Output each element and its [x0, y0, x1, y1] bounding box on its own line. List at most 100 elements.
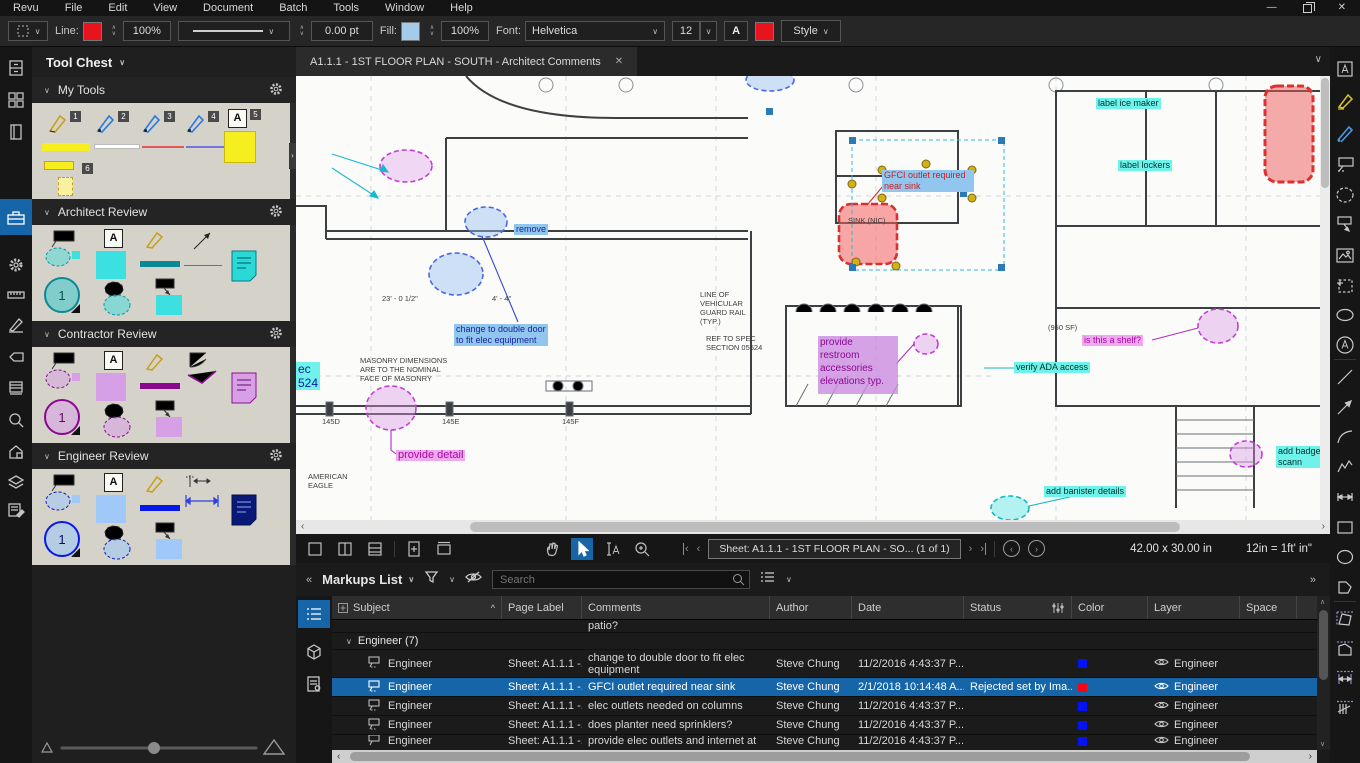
filter-chevron-icon[interactable]: ∨	[449, 575, 455, 584]
line-tool-icon[interactable]	[1330, 363, 1360, 391]
cloud-tool-icon[interactable]	[98, 399, 138, 439]
gear-icon[interactable]	[268, 325, 284, 344]
pen-tool-icon[interactable]	[1330, 119, 1360, 147]
line-opacity-stepper[interactable]: ∧∨	[109, 25, 119, 37]
line-color-swatch[interactable]	[83, 22, 102, 41]
forms-tab-icon[interactable]	[298, 670, 330, 698]
group-row-engineer[interactable]: ∨ Engineer (7)	[332, 633, 1317, 650]
scroll-right-icon[interactable]: ›	[1309, 750, 1312, 763]
table-row[interactable]: Engineer Sheet: A1.1.1 -... change to do…	[332, 650, 1317, 678]
font-dropdown[interactable]: Helvetica ∨	[525, 21, 665, 41]
expand-all-icon[interactable]	[338, 603, 348, 613]
status-filter-icon[interactable]	[1051, 602, 1065, 614]
column-layer[interactable]: Layer	[1148, 596, 1240, 619]
fill-opacity-stepper[interactable]: ∧∨	[427, 25, 437, 37]
pen-tool-icon[interactable]	[184, 111, 208, 135]
cloud-callout-tool-icon[interactable]	[42, 351, 84, 393]
spaces-icon[interactable]	[0, 437, 32, 467]
table-row-partial[interactable]: patio?	[332, 620, 1317, 633]
tool-chest-icon[interactable]	[0, 199, 32, 235]
section-architect-review[interactable]: ∨ Architect Review	[32, 199, 296, 225]
text-box-tool-icon[interactable]	[1330, 55, 1360, 83]
markup-change-door[interactable]: change to double door to fit elec equipm…	[454, 324, 548, 346]
fit-width-icon[interactable]	[433, 538, 455, 560]
menu-file[interactable]: File	[52, 0, 96, 16]
drawing-canvas[interactable]: label ice maker label lockers remove GFC…	[296, 76, 1330, 520]
markup-label-lockers[interactable]: label lockers	[1118, 160, 1172, 171]
line-opacity-value[interactable]: 100%	[123, 21, 171, 41]
markup-remove[interactable]: remove	[514, 224, 548, 235]
markups-horizontal-scrollbar[interactable]: ‹ ›	[332, 750, 1317, 763]
column-space[interactable]: Space	[1240, 596, 1297, 619]
pen-tool-icon[interactable]	[94, 111, 118, 135]
tab-list-chevron-icon[interactable]: ∨	[1315, 54, 1322, 65]
teal-highlight-tool[interactable]	[140, 261, 180, 267]
markup-add-banister[interactable]: add banister details	[1044, 486, 1126, 497]
markup-gfci-selected[interactable]: GFCI outlet required near sink	[882, 170, 974, 192]
markup-label-ice-maker[interactable]: label ice maker	[1096, 98, 1161, 109]
document-tab[interactable]: A1.1.1 - 1ST FLOOR PLAN - SOUTH - Archit…	[296, 47, 637, 76]
cloud-tool-icon[interactable]	[98, 521, 138, 561]
red-cloud-markup[interactable]	[1265, 86, 1313, 182]
list-options-chevron-icon[interactable]: ∨	[786, 575, 792, 584]
markups-vertical-scrollbar[interactable]: ∧ ∨	[1317, 596, 1330, 750]
previous-page-icon[interactable]: ‹	[697, 543, 701, 555]
close-icon[interactable]: ✕	[1338, 0, 1346, 16]
column-author[interactable]: Author	[770, 596, 852, 619]
callout-box-tool-icon[interactable]	[150, 399, 190, 439]
markup-verify-ada[interactable]: verify ADA access	[1014, 362, 1090, 373]
highlighter-tool-icon[interactable]	[144, 351, 168, 373]
highlighter-tool-icon[interactable]	[1330, 87, 1360, 115]
scroll-left-icon[interactable]: ‹	[337, 750, 340, 763]
column-page-label[interactable]: Page Label	[502, 596, 582, 619]
scroll-up-icon[interactable]: ∧	[1320, 598, 1325, 606]
menu-edit[interactable]: Edit	[95, 0, 140, 16]
column-date[interactable]: Date	[852, 596, 964, 619]
purple-cloud-markup[interactable]	[1198, 309, 1238, 343]
measure-length-tool-icon[interactable]	[1330, 665, 1360, 693]
side-by-side-view-icon[interactable]	[334, 538, 356, 560]
text-region-tool[interactable]	[96, 495, 126, 523]
column-comments[interactable]: Comments	[582, 596, 770, 619]
purple-cloud-markup[interactable]	[914, 334, 938, 354]
count-tool[interactable]: 1	[44, 277, 80, 313]
note-tool-icon[interactable]	[230, 493, 260, 527]
table-row[interactable]: Engineer Sheet: A1.1.1 -... does planter…	[332, 716, 1317, 735]
cloud-callout-tool-icon[interactable]	[42, 229, 84, 271]
markups-list-title[interactable]: Markups List ∨	[322, 572, 414, 587]
expand-panel-icon[interactable]: »	[1310, 574, 1320, 586]
column-status[interactable]: Status	[964, 596, 1072, 619]
red-line-tool[interactable]	[142, 146, 184, 148]
polygon-tool-icon[interactable]	[1330, 573, 1360, 601]
stacked-view-icon[interactable]	[364, 538, 386, 560]
section-engineer-review[interactable]: ∨ Engineer Review	[32, 443, 296, 469]
scroll-right-icon[interactable]: ›	[1322, 520, 1325, 534]
table-row-selected[interactable]: Engineer Sheet: A1.1.1 -... GFCI outlet …	[332, 678, 1317, 697]
select-text-icon[interactable]	[601, 538, 623, 560]
eye-icon[interactable]	[1154, 700, 1169, 713]
white-line-tool[interactable]	[94, 144, 140, 149]
cloud-tool-icon[interactable]	[1330, 181, 1360, 209]
minimize-icon[interactable]: —	[1267, 0, 1277, 16]
single-page-view-icon[interactable]	[304, 538, 326, 560]
table-row[interactable]: Engineer Sheet: A1.1.1 -... provide elec…	[332, 735, 1317, 747]
purple-cloud-markup[interactable]	[380, 150, 432, 182]
search-icon[interactable]	[0, 405, 32, 435]
next-view-icon[interactable]: ›	[1028, 540, 1045, 557]
menu-revu[interactable]: Revu	[0, 0, 52, 16]
font-color-swatch[interactable]	[755, 22, 774, 41]
sets-icon[interactable]	[0, 373, 32, 403]
angle-measure-tool-icon[interactable]	[186, 349, 220, 389]
tool-mode-dropdown[interactable]: ∨	[8, 21, 48, 41]
select-cursor-icon[interactable]	[571, 538, 593, 560]
arrow-tool-icon[interactable]	[190, 227, 216, 253]
yellow-sticky-tool[interactable]	[58, 177, 73, 196]
menu-help[interactable]: Help	[437, 0, 486, 16]
section-contractor-review[interactable]: ∨ Contractor Review	[32, 321, 296, 347]
eye-icon[interactable]	[1154, 735, 1169, 747]
file-access-icon[interactable]	[0, 53, 32, 83]
text-box-tool-icon[interactable]: A	[104, 351, 123, 370]
column-subject[interactable]: Subject ^	[332, 596, 502, 619]
yellow-note-tool[interactable]	[224, 131, 256, 163]
scroll-left-icon[interactable]: ‹	[301, 520, 304, 534]
